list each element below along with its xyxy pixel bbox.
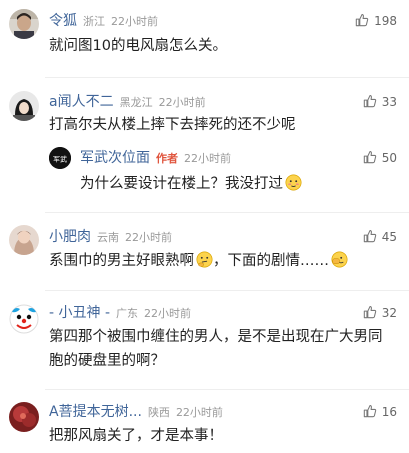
like-count: 33 [381,95,397,109]
avatar[interactable] [9,304,39,334]
location: 陕西 [147,406,170,419]
avatar[interactable] [9,402,39,432]
username[interactable]: a闻人不二 [49,94,114,110]
username[interactable]: 军武次位面 [80,150,150,166]
username[interactable]: - 小丑神 - [49,305,110,321]
divider [45,290,409,291]
comment-item: 令狐 浙江 22小时前 198 就问图10的电风扇怎么关。 [0,0,409,70]
timestamp: 22小时前 [125,231,172,244]
thumbs-up-icon [355,14,369,27]
location: 黑龙江 [119,96,153,109]
like-count: 45 [381,230,397,244]
timestamp: 22小时前 [158,96,206,109]
comment-item: - 小丑神 - 广东 22小时前 32 第四那个被围巾缠住的男人，是不是出现在广大男… [0,298,409,388]
thumbs-up-icon [363,95,376,108]
timestamp: 22小时前 [144,307,192,320]
divider [45,77,409,78]
like-button[interactable]: 16 [363,402,397,422]
comment-meta: 小肥肉 云南 22小时前 [49,227,172,247]
like-button[interactable]: 33 [363,92,397,112]
comment-text: 打高尔夫从楼上摔下去摔死的还不少呢 [49,117,296,133]
timestamp: 22小时前 [111,15,158,28]
divider [45,389,409,390]
like-button[interactable]: 50 [363,148,397,168]
comment-item: a闻人不二 黑龙江 22小时前 33 打高尔夫从楼上摔下去摔死的还不少呢 军武 军武… [0,86,409,204]
like-count: 198 [374,14,397,28]
comment-item: A菩提本无树... 陕西 22小时前 16 把那风扇关了，才是本事！ [0,397,409,453]
comment-meta: 令狐 浙江 22小时前 [49,11,158,31]
thumbs-up-icon [363,151,376,164]
comment-text: 把那风扇关了，才是本事！ [49,428,223,444]
like-button[interactable]: 198 [355,11,397,31]
avatar-label: 军武 [53,155,67,164]
thumbs-up-icon [363,405,376,418]
thumbs-up-icon [363,306,376,319]
username[interactable]: 小肥肉 [49,229,91,245]
author-avatar[interactable]: 军武 [49,147,71,169]
like-count: 32 [381,306,397,320]
like-button[interactable]: 45 [363,227,397,247]
comment-text: 第四那个被围巾缠住的男人，是不是出现在广大男同胞的硬盘里的啊？ [49,329,383,369]
embarrassed-face-emoji [285,174,302,191]
comment-meta: A菩提本无树... 陕西 22小时前 [49,402,223,422]
comment-text-part: 系围巾的男主好眼熟啊 [49,253,194,269]
comment-text: 系围巾的男主好眼熟啊 ，下面的剧情…… [49,249,394,273]
thumbs-up-icon [363,230,376,243]
username[interactable]: 令狐 [49,13,77,29]
timestamp: 22小时前 [175,406,223,419]
avatar[interactable] [9,225,39,255]
reply-text-content: 为什么要设计在楼上？我没打过 [80,176,283,192]
avatar[interactable] [9,91,39,121]
comment-text: 就问图10的电风扇怎么关。 [49,38,227,54]
comment-meta: - 小丑神 - 广东 22小时前 [49,303,191,323]
thinking-face-emoji [196,251,213,268]
location: 云南 [97,231,119,244]
like-count: 50 [381,151,397,165]
divider [45,212,409,213]
location: 广东 [116,307,139,320]
hiding-face-emoji [331,251,348,268]
location: 浙江 [83,15,105,28]
reply-text: 为什么要设计在楼上？我没打过 [80,172,390,196]
username[interactable]: A菩提本无树... [49,404,142,420]
avatar[interactable] [9,9,39,39]
like-count: 16 [381,405,397,419]
timestamp: 22小时前 [184,152,231,165]
reply-meta: 军武次位面 作者 22小时前 [80,148,231,168]
comment-text-part: ，下面的剧情…… [213,253,329,269]
author-badge: 作者 [156,152,178,165]
comment-item: 小肥肉 云南 22小时前 45 系围巾的男主好眼熟啊 ，下面的剧情…… [0,222,409,292]
comment-meta: a闻人不二 黑龙江 22小时前 [49,92,206,112]
like-button[interactable]: 32 [363,303,397,323]
